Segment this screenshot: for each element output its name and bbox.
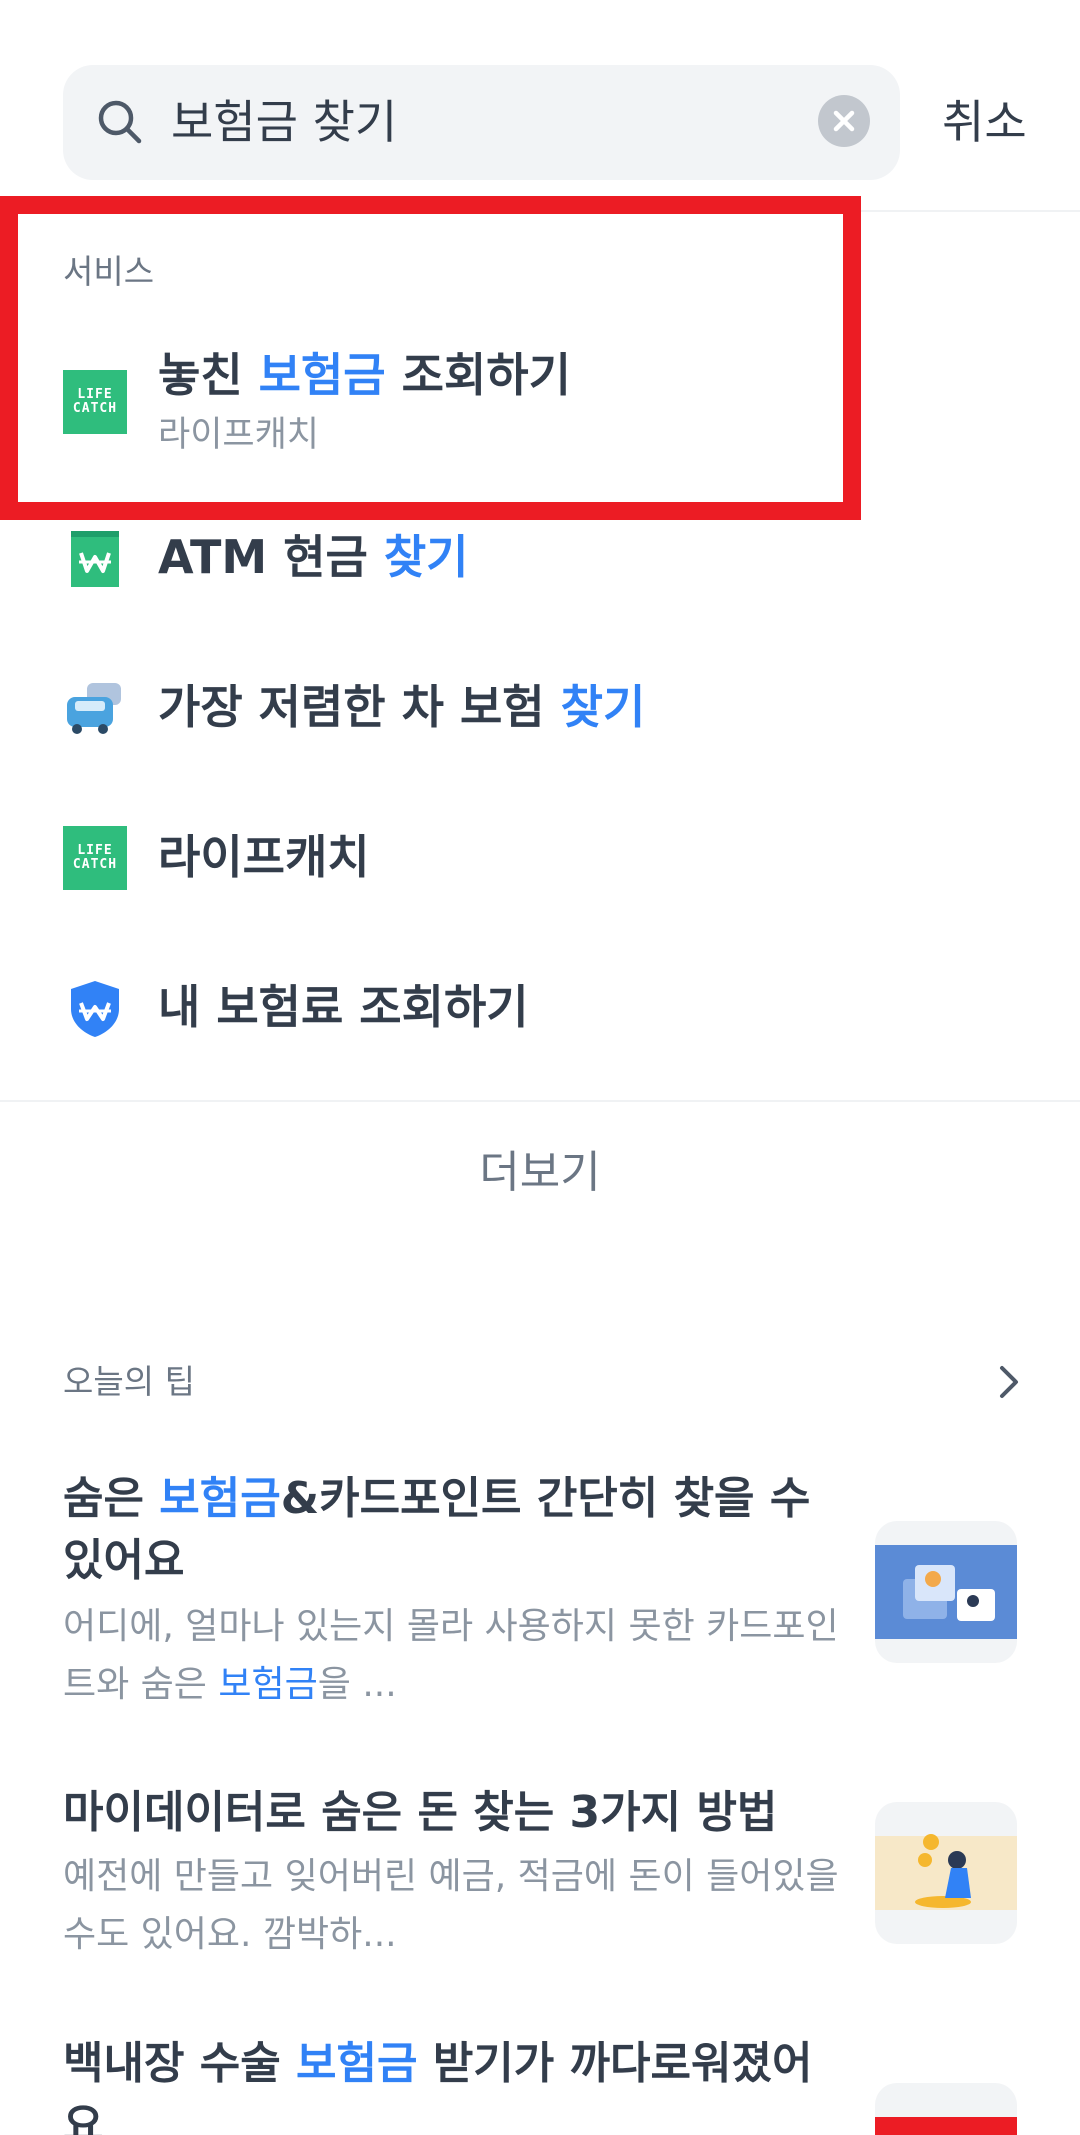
service-item-title: 내 보험료 조회하기	[158, 980, 529, 1034]
tip-title: 백내장 수술 보험금 받기가 까다로워졌어요	[63, 2038, 813, 2135]
more-button[interactable]: 더보기	[0, 1143, 1080, 1203]
cancel-button[interactable]: 취소	[942, 92, 1027, 152]
tip-title: 숨은 보험금&카드포인트 간단히 찾을 수 있어요	[63, 1473, 811, 1586]
clear-icon[interactable]	[818, 95, 870, 147]
search-input[interactable]: 보험금 찾기	[171, 92, 397, 152]
search-bar[interactable]: 보험금 찾기	[63, 65, 900, 180]
search-icon	[98, 100, 142, 144]
car-icon	[67, 683, 121, 734]
chevron-right-icon[interactable]	[992, 1362, 1024, 1402]
highlight-box	[0, 196, 861, 520]
shield-won-icon	[71, 981, 119, 1037]
lifecatch-icon: LIFE CATCH	[63, 826, 127, 890]
atm-won-icon	[71, 531, 119, 587]
tip-thumbnail	[875, 2083, 1017, 2135]
tips-section-label: 오늘의 팁	[63, 1362, 195, 1401]
tip-description: 예전에 만들고 잊어버린 예금, 적금에 돈이 들어있을 수도 있어요. 깜박하…	[63, 1856, 839, 1955]
service-item-title: ATM 현금 찾기	[158, 530, 469, 584]
divider	[0, 1100, 1080, 1102]
tip-description: 어디에, 얼마나 있는지 몰라 사용하지 못한 카드포인트와 숨은 보험금을 .…	[63, 1606, 839, 1705]
tip-thumbnail	[875, 1521, 1017, 1663]
tip-title: 마이데이터로 숨은 돈 찾는 3가지 방법	[63, 1787, 778, 1838]
service-item-title: 라이프캐치	[158, 830, 370, 884]
tip-thumbnail	[875, 1802, 1017, 1944]
service-item-title: 가장 저렴한 차 보험 찾기	[158, 680, 646, 734]
